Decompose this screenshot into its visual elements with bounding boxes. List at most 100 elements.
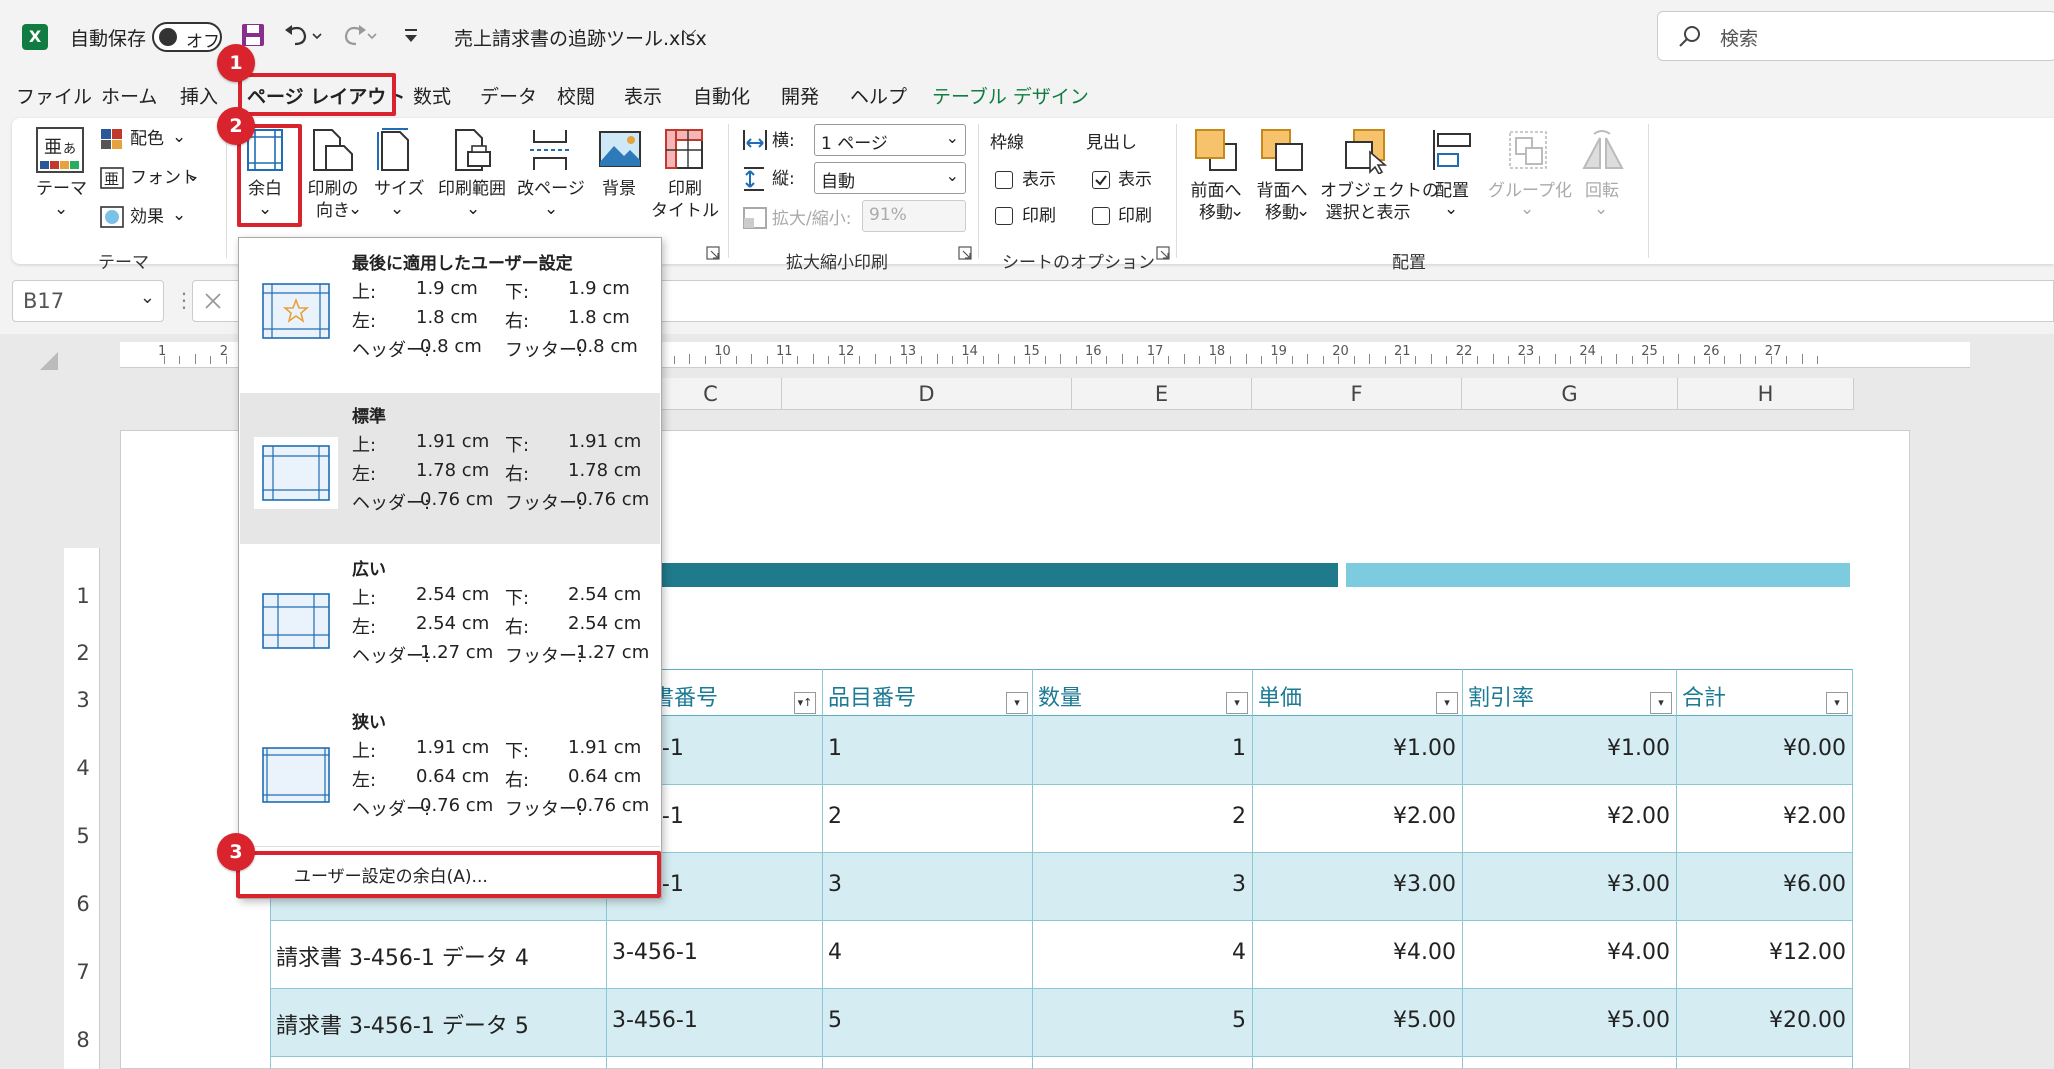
tab-table-design[interactable]: テーブル デザイン: [932, 82, 1089, 109]
colors-label[interactable]: 配色: [130, 128, 164, 150]
send-backward-icon[interactable]: [1260, 128, 1304, 172]
table-cell[interactable]: 請求書 3-456-1 データ 4: [270, 940, 606, 972]
row-header-1[interactable]: 1: [66, 584, 100, 608]
theme-icon[interactable]: 亜あ: [36, 127, 84, 173]
filter-dropdown-icon[interactable]: ▾: [1006, 692, 1028, 714]
tab-automate[interactable]: 自動化: [693, 82, 750, 109]
column-header-d[interactable]: D: [782, 378, 1072, 410]
table-cell[interactable]: 2: [1032, 804, 1252, 829]
row-header-7[interactable]: 7: [66, 960, 100, 984]
size-icon[interactable]: [376, 128, 412, 172]
column-header-g[interactable]: G: [1462, 378, 1678, 410]
table-cell[interactable]: 4: [1032, 940, 1252, 965]
rotate-icon[interactable]: [1580, 128, 1624, 172]
print-titles-icon[interactable]: [664, 128, 708, 172]
undo-icon[interactable]: [283, 22, 323, 48]
tab-help[interactable]: ヘルプ: [850, 82, 907, 109]
row-header-2[interactable]: 2: [66, 641, 100, 665]
print-area-icon[interactable]: [452, 128, 494, 174]
table-cell[interactable]: ¥5.00: [1462, 1008, 1676, 1033]
table-cell[interactable]: ¥2.00: [1252, 804, 1462, 829]
filter-dropdown-icon[interactable]: ▾: [1650, 692, 1672, 714]
tab-insert[interactable]: 挿入: [180, 82, 218, 109]
bring-forward-icon[interactable]: [1194, 128, 1238, 172]
headings-view-checkbox[interactable]: [1092, 171, 1110, 189]
tab-view[interactable]: 表示: [624, 82, 662, 109]
row-header-6[interactable]: 6: [66, 892, 100, 916]
filename-chevron-icon[interactable]: ⌵: [682, 20, 696, 42]
file-name[interactable]: 売上請求書の追跡ツール.xlsx: [454, 24, 707, 51]
table-cell[interactable]: ¥4.00: [1462, 940, 1676, 965]
headings-print-checkbox[interactable]: [1092, 207, 1110, 225]
size-label[interactable]: サイズ: [374, 178, 425, 200]
background-icon[interactable]: [598, 128, 642, 172]
table-cell[interactable]: ¥3.00: [1252, 872, 1462, 897]
tab-review[interactable]: 校閲: [557, 82, 595, 109]
breaks-label[interactable]: 改ページ: [516, 178, 586, 200]
search-box[interactable]: 検索: [1657, 11, 2054, 61]
effects-icon[interactable]: [100, 206, 124, 228]
table-cell[interactable]: 2: [822, 804, 1032, 829]
tab-home[interactable]: ホーム: [101, 82, 157, 109]
print-area-label[interactable]: 印刷範囲: [434, 178, 510, 200]
table-cell[interactable]: 請求書 3-456-1 データ 5: [270, 1008, 606, 1040]
column-header-f[interactable]: F: [1252, 378, 1462, 410]
more-dots-icon[interactable]: ⋮: [174, 288, 194, 312]
table-cell[interactable]: 5: [1032, 1008, 1252, 1033]
fonts-icon[interactable]: 亜: [100, 167, 124, 189]
wide-margin-icon[interactable]: [262, 593, 330, 649]
quick-access-customize-icon[interactable]: [402, 28, 420, 44]
table-cell[interactable]: 4: [822, 940, 1032, 965]
filter-dropdown-icon[interactable]: ▾: [1226, 692, 1248, 714]
table-cell[interactable]: ¥4.00: [1252, 940, 1462, 965]
save-icon[interactable]: [240, 22, 266, 48]
autosave-toggle[interactable]: オフ: [152, 22, 222, 52]
selection-pane-label[interactable]: オブジェクトの 選択と表示: [1320, 180, 1439, 224]
table-cell[interactable]: ¥1.00: [1462, 736, 1676, 761]
table-cell[interactable]: 5: [822, 1008, 1032, 1033]
selection-pane-icon[interactable]: [1344, 128, 1390, 174]
table-cell[interactable]: ¥3.00: [1462, 872, 1676, 897]
table-cell[interactable]: ¥6.00: [1676, 872, 1852, 897]
normal-margin-icon[interactable]: [254, 437, 338, 509]
table-cell[interactable]: 1: [822, 736, 1032, 761]
table-cell[interactable]: 1: [1032, 736, 1252, 761]
name-box[interactable]: B17 ⌄: [12, 280, 164, 322]
table-cell[interactable]: 3: [822, 872, 1032, 897]
row-header-8[interactable]: 8: [66, 1028, 100, 1052]
table-cell[interactable]: 3: [1032, 872, 1252, 897]
align-icon[interactable]: [1430, 128, 1474, 172]
redo-icon[interactable]: [338, 22, 378, 48]
row-header-5[interactable]: 5: [66, 824, 100, 848]
page-setup-launcher-icon[interactable]: [706, 246, 720, 260]
table-cell[interactable]: ¥1.00: [1252, 736, 1462, 761]
table-cell[interactable]: 3-456-1: [606, 940, 822, 965]
table-cell[interactable]: ¥2.00: [1462, 804, 1676, 829]
table-cell[interactable]: ¥5.00: [1252, 1008, 1462, 1033]
row-header-3[interactable]: 3: [66, 688, 100, 712]
column-header-e[interactable]: E: [1072, 378, 1252, 410]
table-cell[interactable]: ¥2.00: [1676, 804, 1852, 829]
tab-data[interactable]: データ: [480, 82, 537, 109]
row-header-4[interactable]: 4: [66, 756, 100, 780]
narrow-margin-icon[interactable]: [262, 747, 330, 803]
gridlines-print-checkbox[interactable]: [995, 207, 1013, 225]
scale-launcher-icon[interactable]: [958, 246, 972, 260]
table-cell[interactable]: ¥12.00: [1676, 940, 1852, 965]
filter-dropdown-icon[interactable]: ▾: [1436, 692, 1458, 714]
gridlines-view-checkbox[interactable]: [995, 171, 1013, 189]
select-all-corner-icon[interactable]: [40, 352, 58, 370]
colors-icon[interactable]: [100, 128, 124, 150]
scale-input[interactable]: 91%: [862, 200, 966, 232]
tab-file[interactable]: ファイル: [16, 82, 92, 109]
table-cell[interactable]: ¥0.00: [1676, 736, 1852, 761]
cancel-icon[interactable]: [201, 289, 225, 313]
table-cell[interactable]: ¥20.00: [1676, 1008, 1852, 1033]
tab-developer[interactable]: 開発: [781, 82, 819, 109]
effects-label[interactable]: 効果: [130, 206, 164, 228]
width-select[interactable]: 1 ページ ⌄: [814, 124, 966, 156]
orientation-icon[interactable]: [310, 128, 354, 172]
background-label[interactable]: 背景: [596, 178, 642, 200]
sort-filter-icon[interactable]: ▾↑: [794, 692, 816, 714]
print-titles-label[interactable]: 印刷 タイトル: [650, 178, 720, 222]
